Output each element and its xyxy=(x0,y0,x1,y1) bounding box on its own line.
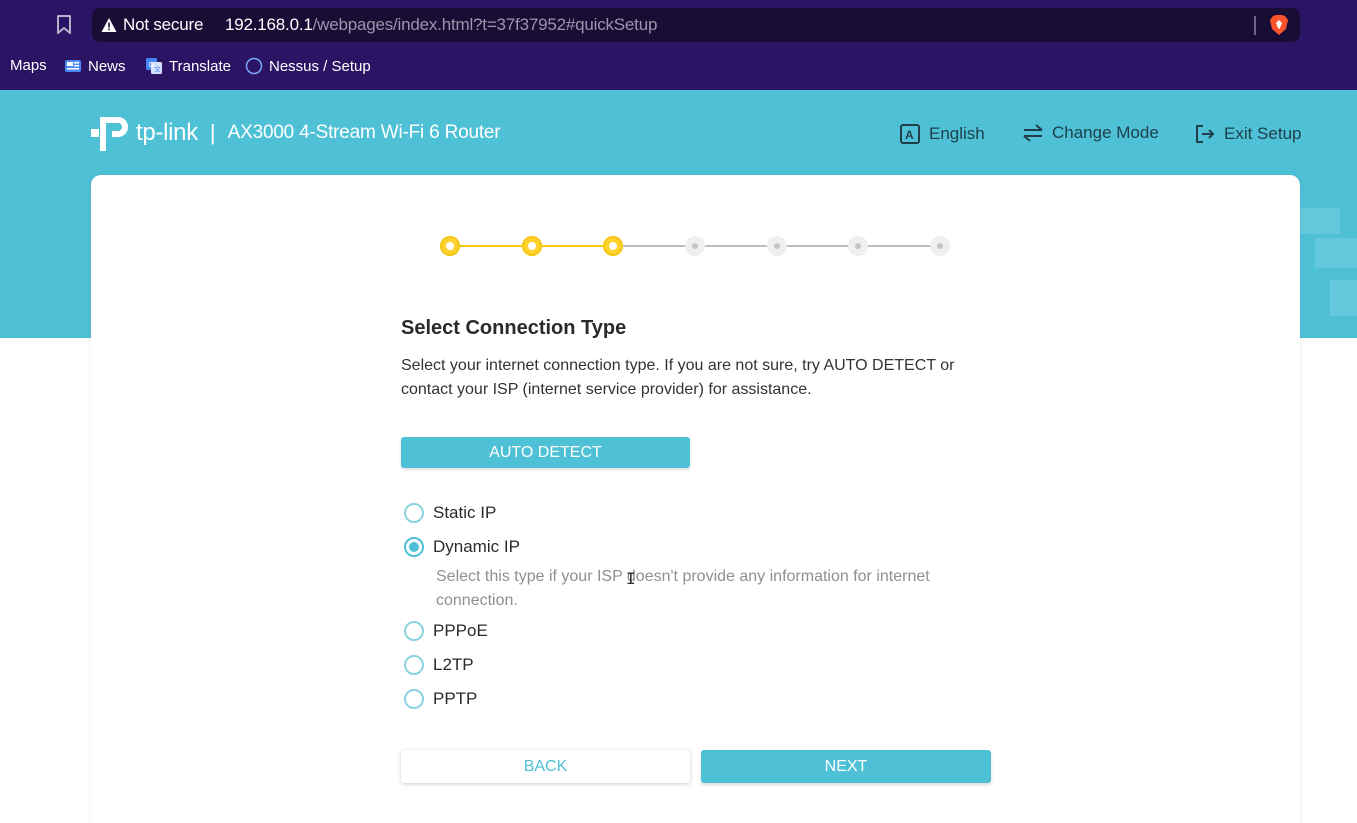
header-decoration xyxy=(1315,238,1357,268)
bookmark-label: Nessus / Setup xyxy=(269,57,371,75)
step-3 xyxy=(603,236,623,256)
step-5 xyxy=(767,236,787,256)
tp-link-logo-icon xyxy=(90,111,134,155)
bookmark-translate[interactable]: G文 Translate xyxy=(145,57,231,75)
option-pptp[interactable]: PPTP xyxy=(404,689,477,709)
address-bar[interactable]: Not secure 192.168.0.1/webpages/index.ht… xyxy=(92,8,1300,42)
dynamic-ip-hint: Select this type if your ISP doesn't pro… xyxy=(436,568,930,609)
change-mode-button[interactable]: Change Mode xyxy=(1022,123,1159,143)
option-label[interactable]: Dynamic IP xyxy=(433,537,520,557)
header-decoration xyxy=(1300,208,1340,234)
exit-setup-label: Exit Setup xyxy=(1224,124,1302,143)
radio-button[interactable] xyxy=(404,689,424,709)
brand-name: tp-link xyxy=(136,119,198,146)
brand-divider: | xyxy=(209,120,216,145)
auto-detect-button[interactable]: AUTO DETECT xyxy=(401,437,690,468)
exit-icon xyxy=(1196,125,1215,143)
step-7 xyxy=(930,236,950,256)
radio-button[interactable] xyxy=(404,655,424,675)
option-l2tp[interactable]: L2TP xyxy=(404,655,474,675)
radio-button[interactable] xyxy=(404,621,424,641)
svg-text:A: A xyxy=(905,128,914,142)
translate-icon: G文 xyxy=(145,57,163,75)
step-1 xyxy=(440,236,460,256)
language-label: English xyxy=(929,124,985,143)
tp-link-logo: tp-link | AX3000 4-Stream Wi-Fi 6 Router xyxy=(90,111,501,155)
language-icon: A xyxy=(900,124,920,144)
page-description: Select your internet connection type. If… xyxy=(401,357,955,398)
step-6 xyxy=(848,236,868,256)
globe-icon xyxy=(245,57,263,75)
header-decoration xyxy=(1330,280,1357,316)
bookmark-nessus[interactable]: Nessus / Setup xyxy=(245,57,371,75)
option-label[interactable]: Static IP xyxy=(433,503,496,523)
url-host: 192.168.0.1 xyxy=(225,15,313,34)
bookmarks-bar: Maps News G文 Translate Nessus / Setup xyxy=(0,52,1357,80)
brave-shield-icon[interactable] xyxy=(1269,14,1289,36)
option-label[interactable]: PPPoE xyxy=(433,621,488,641)
back-button[interactable]: BACK xyxy=(401,750,690,783)
language-selector[interactable]: A English xyxy=(899,123,985,145)
step-2 xyxy=(522,236,542,256)
change-mode-label: Change Mode xyxy=(1052,123,1159,142)
router-model: AX3000 4-Stream Wi-Fi 6 Router xyxy=(227,122,501,143)
setup-card xyxy=(91,175,1300,823)
bookmark-label: Translate xyxy=(169,57,231,75)
radio-button-checked[interactable] xyxy=(404,537,424,557)
news-icon xyxy=(64,57,82,75)
bookmark-news[interactable]: News xyxy=(64,57,126,75)
warning-icon[interactable] xyxy=(101,17,117,33)
page-title: Select Connection Type xyxy=(401,317,627,339)
bookmark-maps[interactable]: Maps xyxy=(10,57,47,74)
url-text[interactable]: 192.168.0.1/webpages/index.html?t=37f379… xyxy=(225,15,657,35)
svg-text:文: 文 xyxy=(154,65,161,74)
bookmark-label: Maps xyxy=(10,57,47,74)
address-bar-divider xyxy=(1254,16,1256,35)
option-dynamic-ip[interactable]: Dynamic IP xyxy=(404,537,520,557)
option-label[interactable]: L2TP xyxy=(433,655,474,675)
progress-stepper xyxy=(440,236,952,256)
url-path: /webpages/index.html?t=37f37952#quickSet… xyxy=(312,15,658,34)
bookmark-icon[interactable] xyxy=(52,12,76,38)
swap-arrows-icon xyxy=(1023,124,1043,142)
option-static-ip[interactable]: Static IP xyxy=(404,503,496,523)
radio-button[interactable] xyxy=(404,503,424,523)
exit-setup-button[interactable]: Exit Setup xyxy=(1194,123,1302,145)
option-label[interactable]: PPTP xyxy=(433,689,477,709)
browser-toolbar: Not secure 192.168.0.1/webpages/index.ht… xyxy=(0,0,1357,90)
text-cursor-icon: I xyxy=(626,569,636,588)
step-4 xyxy=(685,236,705,256)
bookmark-label: News xyxy=(88,57,126,75)
option-pppoe[interactable]: PPPoE xyxy=(404,621,488,641)
next-button[interactable]: NEXT xyxy=(701,750,991,783)
security-status[interactable]: Not secure xyxy=(123,15,203,35)
